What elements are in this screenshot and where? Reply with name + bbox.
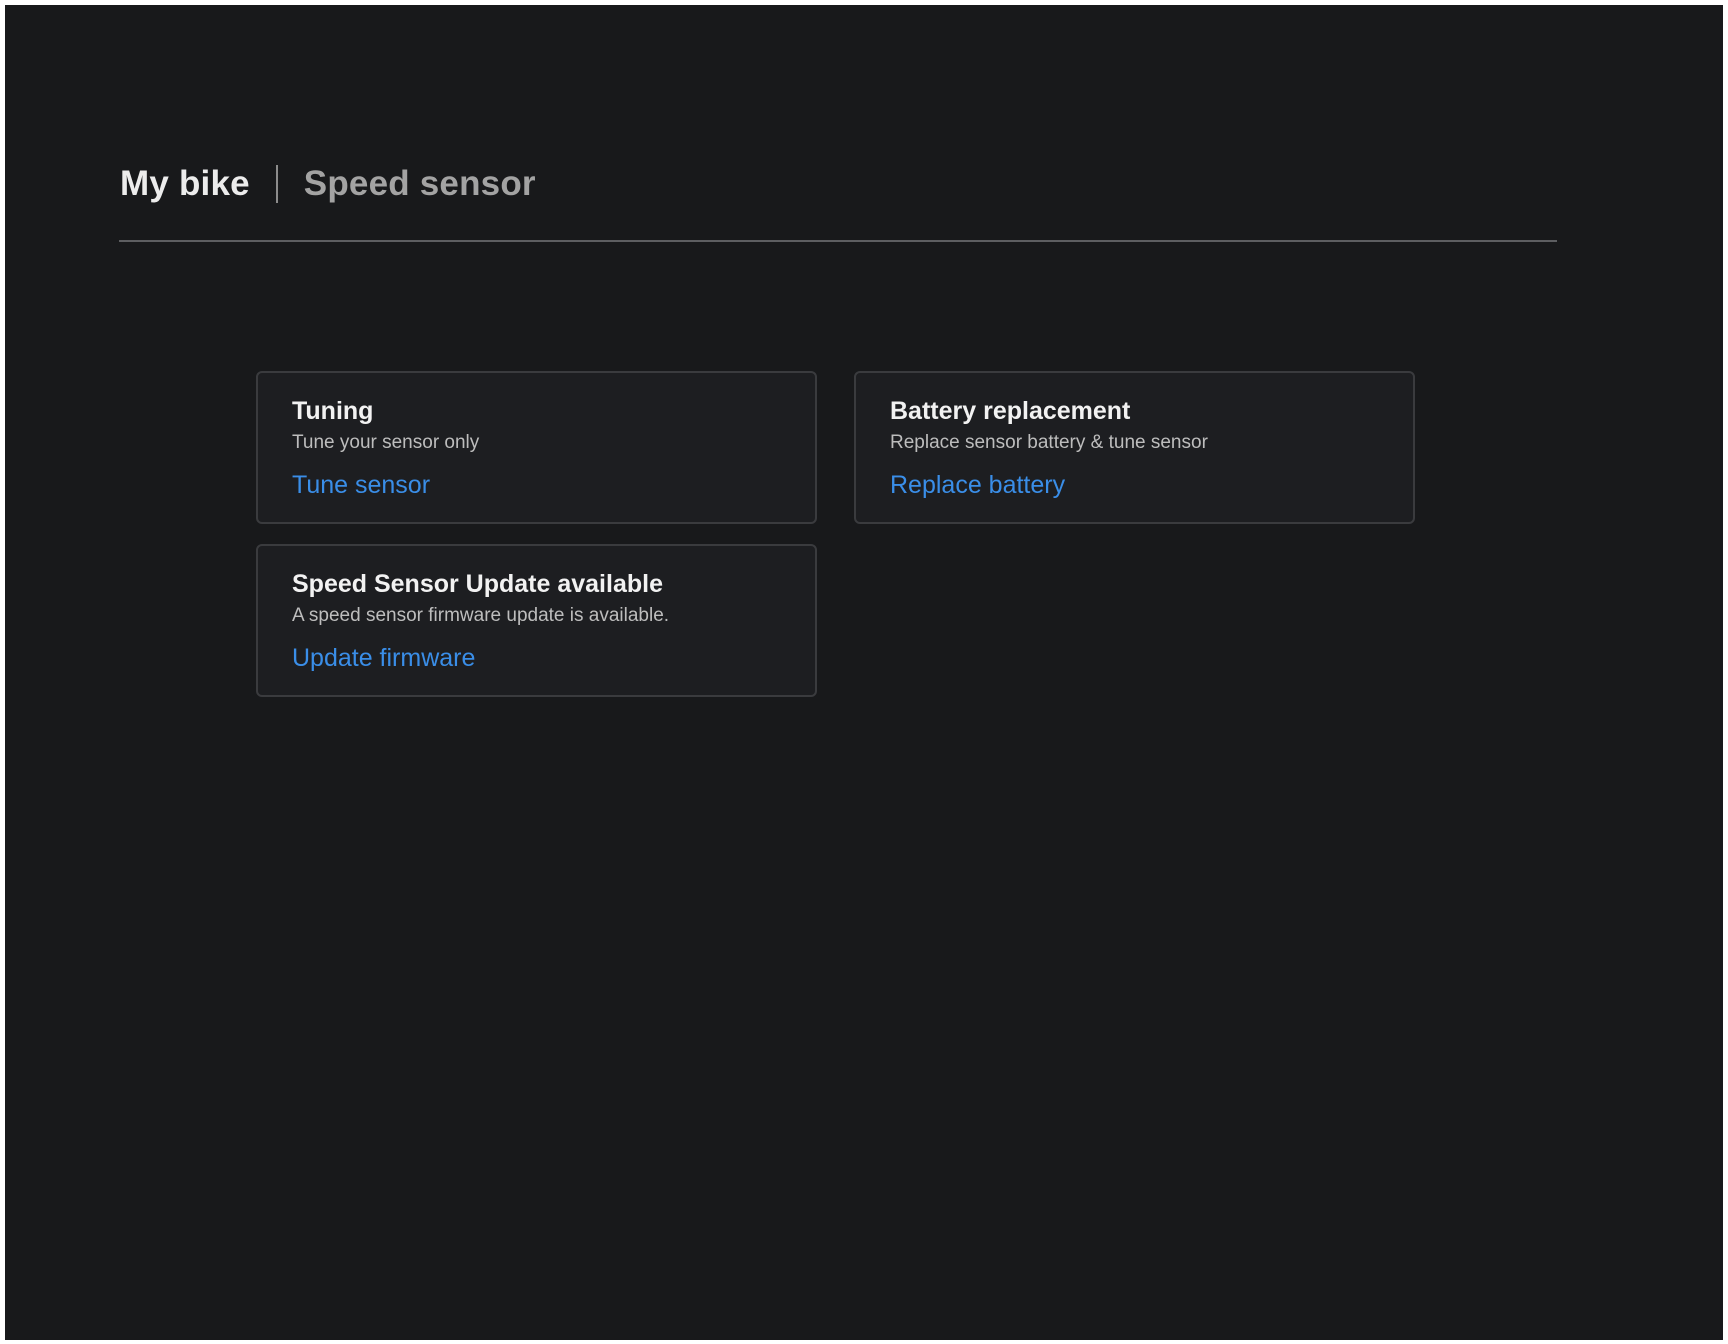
tune-sensor-link[interactable]: Tune sensor: [292, 469, 430, 501]
app-screen: My bike Speed sensor Tuning Tune your se…: [5, 5, 1723, 1340]
tuning-card-description: Tune your sensor only: [292, 432, 480, 453]
firmware-update-card: Speed Sensor Update available A speed se…: [256, 544, 817, 697]
battery-card-description: Replace sensor battery & tune sensor: [890, 432, 1208, 453]
breadcrumb-speed-sensor: Speed sensor: [303, 164, 536, 203]
battery-replacement-card: Battery replacement Replace sensor batte…: [854, 371, 1415, 524]
update-firmware-link[interactable]: Update firmware: [292, 642, 475, 674]
breadcrumb-separator: [275, 165, 278, 203]
breadcrumb: My bike Speed sensor: [120, 160, 536, 208]
tuning-card: Tuning Tune your sensor only Tune sensor: [256, 371, 817, 524]
update-card-description: A speed sensor firmware update is availa…: [292, 605, 670, 626]
breadcrumb-my-bike[interactable]: My bike: [120, 164, 250, 204]
tuning-card-title: Tuning: [292, 397, 374, 425]
header-divider: [119, 240, 1557, 242]
replace-battery-link[interactable]: Replace battery: [890, 469, 1065, 501]
battery-card-title: Battery replacement: [890, 397, 1131, 425]
update-card-title: Speed Sensor Update available: [292, 570, 663, 598]
